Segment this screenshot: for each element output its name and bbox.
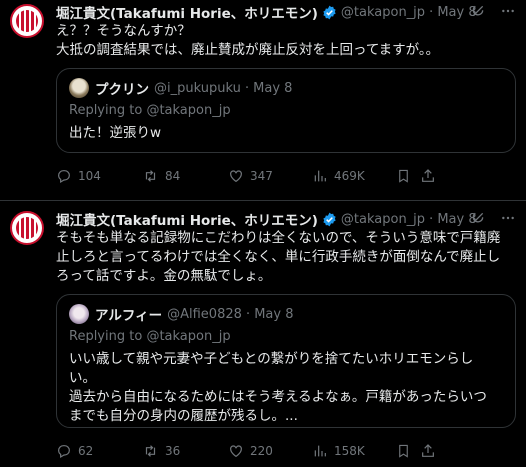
quote-author-avatar (69, 78, 89, 98)
grok-icon[interactable] (470, 3, 486, 19)
separator-dot: · (245, 306, 251, 322)
share-icon (420, 168, 436, 184)
like-icon (228, 443, 244, 459)
author-avatar[interactable] (10, 4, 44, 38)
author-name[interactable]: 堀江貴文(Takafumi Horie、ホリエモン) (56, 2, 318, 22)
quote-text: いい歳して親や元妻や子どもとの繋がりを捨てたいホリエモンらし い。 過去から自由… (69, 351, 487, 424)
views-count: 469K (334, 169, 365, 183)
bookmark-icon (396, 168, 411, 184)
verified-badge-icon[interactable] (322, 5, 337, 20)
quote-author-avatar (69, 304, 89, 324)
author-name[interactable]: 堀江貴文(Takafumi Horie、ホリエモン) (56, 209, 318, 229)
replying-handle: @takapon_jp (146, 103, 231, 118)
verified-badge-icon[interactable] (322, 212, 337, 227)
separator-dot: · (429, 211, 434, 227)
share-button[interactable] (420, 168, 440, 184)
quoted-tweet[interactable]: プクリン @i_pukupuku · May 8 Replying to @ta… (56, 68, 516, 153)
tweet-text: そもそも単なる記録物にこだわりは全くないので、そういう意味で戸籍廃 止しろと言っ… (56, 230, 501, 284)
views-icon (312, 443, 328, 459)
views-button[interactable]: 469K (312, 168, 396, 184)
more-icon[interactable] (500, 3, 516, 19)
retweet-button[interactable]: 36 (142, 443, 228, 459)
header-actions (470, 210, 516, 226)
bookmark-button[interactable] (396, 443, 420, 459)
quote-text: 出た！逆張りw (69, 125, 162, 141)
tweet-text: え？？そうなんすか？ 大抵の調査結果では、廃止賛成が廃止反対を上回ってますが。。 (56, 23, 440, 58)
like-count: 347 (250, 169, 273, 183)
reply-button[interactable]: 104 (56, 168, 142, 184)
author-avatar[interactable] (10, 211, 44, 245)
quote-author-handle: @i_pukupuku (154, 80, 241, 96)
separator-dot: · (429, 4, 434, 20)
quote-author-name: プクリン (95, 82, 149, 98)
reply-count: 62 (78, 444, 94, 458)
views-button[interactable]: 158K (312, 443, 396, 459)
views-icon (312, 168, 328, 184)
views-count: 158K (334, 444, 365, 458)
retweet-icon (142, 168, 159, 184)
replying-prefix: Replying to (69, 103, 147, 118)
quote-date: May 8 (253, 80, 293, 96)
reply-button[interactable]: 62 (56, 443, 142, 459)
replying-handle: @takapon_jp (146, 329, 231, 344)
action-bar: 104 84 347 469K (56, 161, 516, 191)
grok-icon[interactable] (470, 210, 486, 226)
quoted-tweet[interactable]: アルフィー @Alfie0828 · May 8 Replying to @ta… (56, 294, 516, 428)
like-button[interactable]: 347 (228, 168, 312, 184)
reply-icon (56, 443, 72, 459)
author-handle[interactable]: @takapon_jp (341, 212, 425, 227)
separator-dot: · (244, 80, 250, 96)
author-handle[interactable]: @takapon_jp (341, 5, 425, 20)
share-icon (420, 443, 436, 459)
quote-author-name: アルフィー (95, 308, 163, 324)
tweet[interactable]: 堀江貴文(Takafumi Horie、ホリエモン) @takapon_jp ·… (0, 0, 526, 200)
bookmark-button[interactable] (396, 168, 420, 184)
like-icon (228, 168, 244, 184)
tweet-header: 堀江貴文(Takafumi Horie、ホリエモン) @takapon_jp ·… (56, 0, 516, 22)
quote-header: アルフィー @Alfie0828 · May 8 (69, 303, 503, 325)
replying-prefix: Replying to (69, 329, 147, 344)
quote-header: プクリン @i_pukupuku · May 8 (69, 77, 503, 99)
reply-icon (56, 168, 72, 184)
retweet-icon (142, 443, 159, 459)
quote-date: May 8 (254, 306, 294, 322)
action-bar: 62 36 220 158K (56, 436, 516, 466)
share-button[interactable] (420, 443, 440, 459)
retweet-count: 36 (165, 444, 181, 458)
bookmark-icon (396, 443, 411, 459)
like-count: 220 (250, 444, 273, 458)
quote-author-handle: @Alfie0828 (167, 306, 242, 322)
more-icon[interactable] (500, 210, 516, 226)
retweet-count: 84 (165, 169, 181, 183)
replying-to: Replying to @takapon_jp (69, 329, 503, 344)
tweet[interactable]: 堀江貴文(Takafumi Horie、ホリエモン) @takapon_jp ·… (0, 200, 526, 467)
tweet-header: 堀江貴文(Takafumi Horie、ホリエモン) @takapon_jp ·… (56, 201, 516, 229)
replying-to: Replying to @takapon_jp (69, 103, 503, 118)
like-button[interactable]: 220 (228, 443, 312, 459)
retweet-button[interactable]: 84 (142, 168, 228, 184)
reply-count: 104 (78, 169, 101, 183)
header-actions (470, 3, 516, 19)
